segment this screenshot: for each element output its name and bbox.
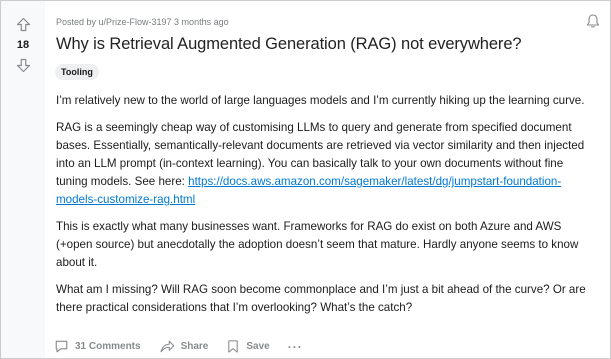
upvote-button[interactable]: [14, 15, 32, 33]
post-card: 18 Posted by u/Prize-Flow-3197 3 months …: [0, 0, 611, 359]
save-button[interactable]: Save: [223, 337, 272, 356]
paragraph-1: I’m relatively new to the world of large…: [56, 94, 585, 107]
comments-label: 31 Comments: [75, 341, 141, 352]
share-label: Share: [180, 341, 209, 352]
comment-bubble-icon: [55, 340, 68, 353]
paragraph-4: What am I missing? Will RAG soon become …: [56, 283, 586, 314]
paragraph-2: RAG is a seemingly cheap way of customis…: [56, 119, 596, 209]
post-flair[interactable]: Tooling: [55, 64, 99, 80]
post-meta: Posted by u/Prize-Flow-3197 3 months ago: [56, 17, 229, 27]
bookmark-icon: [228, 340, 239, 353]
bell-icon: [586, 14, 600, 28]
vote-column: 18: [1, 1, 45, 358]
upvote-arrow-icon: [16, 17, 30, 31]
post-body: I’m relatively new to the world of large…: [56, 92, 596, 326]
comments-button[interactable]: 31 Comments: [51, 337, 144, 356]
vote-score: 18: [16, 39, 30, 51]
more-options-button[interactable]: ···: [285, 338, 306, 356]
share-button[interactable]: Share: [156, 337, 212, 356]
paragraph-3: This is exactly what many businesses wan…: [56, 220, 579, 269]
post-title[interactable]: Why is Retrieval Augmented Generation (R…: [56, 35, 596, 54]
more-options-icon: ···: [287, 339, 303, 354]
downvote-arrow-icon: [16, 58, 30, 72]
share-arrow-icon: [160, 340, 174, 353]
downvote-button[interactable]: [14, 56, 32, 74]
post-actions: 31 Comments Share Save ···: [51, 337, 306, 356]
save-label: Save: [246, 341, 270, 352]
notification-bell-button[interactable]: [585, 13, 601, 29]
